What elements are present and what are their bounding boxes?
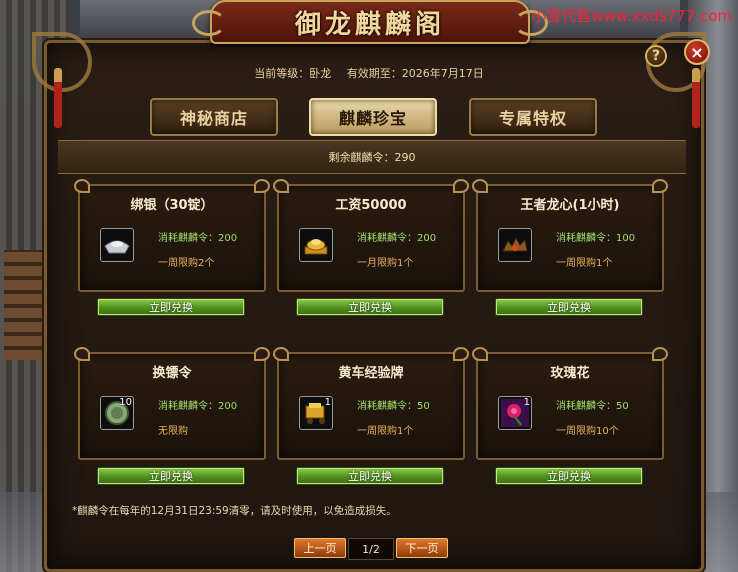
item-name: 工资50000 xyxy=(335,198,407,213)
card-corner-ornament xyxy=(273,179,289,193)
yellow-cart-icon[interactable]: 1 xyxy=(299,396,333,430)
item-card: 黄车经验牌 1 消耗麒麟令：50 一周限购1个 xyxy=(273,347,469,460)
silver-ingot-icon[interactable] xyxy=(100,228,134,262)
tab-qilin-treasure[interactable]: 麒麟珍宝 xyxy=(309,98,437,136)
current-level: 当前等级：卧龙 xyxy=(254,67,332,80)
frame-corner-ornament xyxy=(32,32,92,92)
item-limit: 一周限购1个 xyxy=(556,258,613,269)
redeem-button[interactable]: 立即兑换 xyxy=(495,298,643,316)
scene-left-window xyxy=(4,250,44,360)
card-corner-ornament xyxy=(273,347,289,361)
item-card: 绑银（30锭） 消耗麒麟令：200 一周限购2个 xyxy=(74,179,270,292)
card-corner-ornament xyxy=(453,347,469,361)
item-count: 1 xyxy=(324,397,331,408)
item-card: 换镖令 10 消耗麒麟令：200 无限购 xyxy=(74,347,270,460)
page-indicator: 1/2 xyxy=(348,538,394,560)
item-count: 10 xyxy=(119,397,132,408)
gold-stack-icon[interactable] xyxy=(299,228,333,262)
item-limit: 无限购 xyxy=(158,426,188,437)
card-corner-ornament xyxy=(74,179,90,193)
redeem-button[interactable]: 立即兑换 xyxy=(296,467,444,485)
item-name: 王者龙心(1小时) xyxy=(520,198,620,213)
window-title: 御龙麒麟阁 xyxy=(294,9,445,40)
item-cost: 消耗麒麟令：200 xyxy=(158,233,238,244)
item-card: 工资50000 消耗麒麟令：200 一月限购1个 xyxy=(273,179,469,292)
card-corner-ornament xyxy=(453,179,469,193)
item-name: 换镖令 xyxy=(152,366,192,381)
reset-footnote: *麒麟令在每年的12月31日23:59清零，请及时使用，以免造成损失。 xyxy=(72,505,397,517)
card-corner-ornament xyxy=(254,347,270,361)
card-corner-ornament xyxy=(652,347,668,361)
item-name: 黄车经验牌 xyxy=(338,366,404,381)
card-corner-ornament xyxy=(254,179,270,193)
item-limit: 一周限购1个 xyxy=(357,426,414,437)
prev-page-button[interactable]: 上一页 xyxy=(294,538,346,558)
header-info: 当前等级：卧龙 有效期至：2026年7月17日 xyxy=(0,65,738,81)
item-card: 王者龙心(1小时) 消耗麒麟令：100 一周限购1个 xyxy=(472,179,668,292)
item-name: 玫瑰花 xyxy=(550,366,590,381)
help-button[interactable]: ? xyxy=(645,45,667,67)
tab-exclusive-privilege[interactable]: 专属特权 xyxy=(469,98,597,136)
escort-token-icon[interactable]: 10 xyxy=(100,396,134,430)
card-corner-ornament xyxy=(652,179,668,193)
rose-icon[interactable]: 1 xyxy=(498,396,532,430)
item-limit: 一周限购2个 xyxy=(158,258,215,269)
redeem-button[interactable]: 立即兑换 xyxy=(296,298,444,316)
item-cost: 消耗麒麟令：200 xyxy=(357,233,437,244)
title-plaque: 御龙麒麟阁 xyxy=(192,0,548,44)
item-count: 1 xyxy=(523,397,530,408)
card-corner-ornament xyxy=(74,347,90,361)
remaining-tokens-bar: 剩余麒麟令：290 xyxy=(58,140,686,174)
title-wing-ornament xyxy=(192,10,226,36)
close-button[interactable]: × xyxy=(684,39,710,65)
tab-mystery-shop[interactable]: 神秘商店 xyxy=(150,98,278,136)
item-cost: 消耗麒麟令：100 xyxy=(556,233,636,244)
dragon-heart-icon[interactable] xyxy=(498,228,532,262)
redeem-button[interactable]: 立即兑换 xyxy=(97,467,245,485)
card-corner-ornament xyxy=(472,347,488,361)
item-name: 绑银（30锭） xyxy=(130,198,214,213)
redeem-button[interactable]: 立即兑换 xyxy=(97,298,245,316)
item-limit: 一周限购10个 xyxy=(556,426,619,437)
item-limit: 一月限购1个 xyxy=(357,258,414,269)
item-card: 玫瑰花 1 消耗麒麟令：50 一周限购10个 xyxy=(472,347,668,460)
item-cost: 消耗麒麟令：50 xyxy=(357,401,430,412)
watermark-text: 小雪代售www.xxds777.com xyxy=(531,7,732,25)
redeem-button[interactable]: 立即兑换 xyxy=(495,467,643,485)
remaining-tokens: 剩余麒麟令：290 xyxy=(328,151,416,164)
next-page-button[interactable]: 下一页 xyxy=(396,538,448,558)
expiry-date: 有效期至：2026年7月17日 xyxy=(346,67,484,80)
card-corner-ornament xyxy=(472,179,488,193)
item-cost: 消耗麒麟令：50 xyxy=(556,401,629,412)
item-cost: 消耗麒麟令：200 xyxy=(158,401,238,412)
